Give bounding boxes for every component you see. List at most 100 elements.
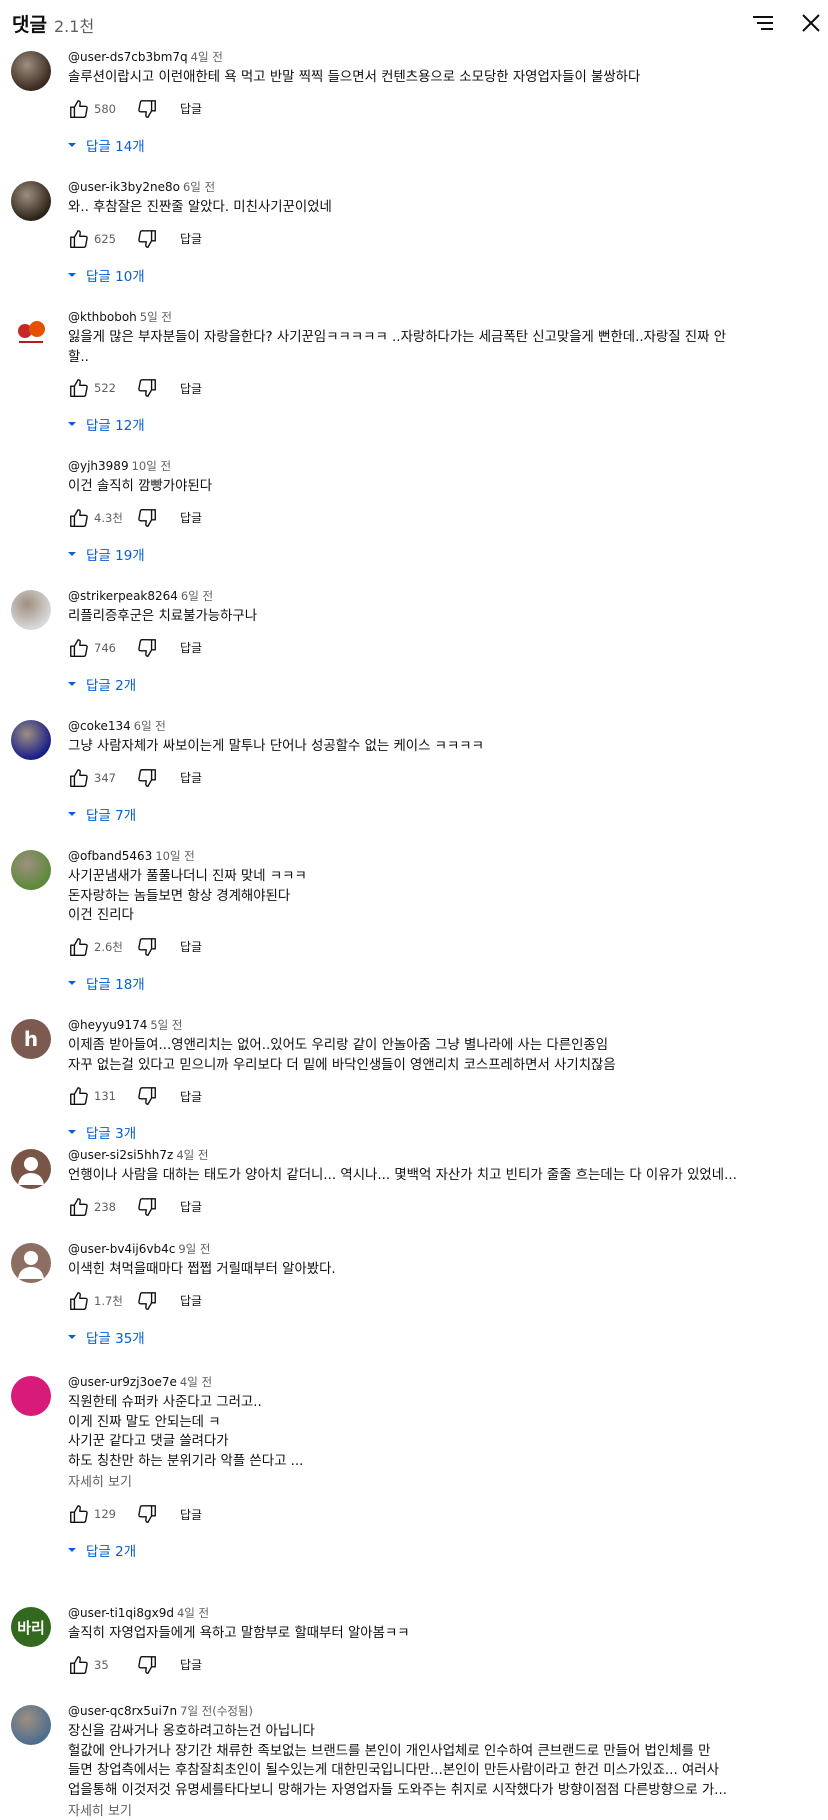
- like-button[interactable]: [68, 1503, 90, 1525]
- like-button[interactable]: [68, 98, 90, 120]
- comment-time[interactable]: 7일 전(수정됨): [180, 1704, 253, 1718]
- like-button[interactable]: [68, 637, 90, 659]
- reply-button[interactable]: 답글: [174, 1194, 208, 1219]
- reply-button[interactable]: 답글: [174, 765, 208, 790]
- dislike-button[interactable]: [136, 507, 158, 529]
- dislike-button[interactable]: [136, 1196, 158, 1218]
- view-replies-button[interactable]: 답글 7개: [64, 797, 808, 831]
- comment-actions: 131 답글: [68, 1080, 808, 1112]
- comment-author[interactable]: @user-si2si5hh7z: [68, 1148, 173, 1162]
- avatar[interactable]: [11, 1149, 51, 1189]
- reply-button[interactable]: 답글: [174, 96, 208, 121]
- comment-time[interactable]: 6일 전: [181, 589, 213, 603]
- read-more-button[interactable]: 자세히 보기: [68, 1802, 808, 1820]
- close-button[interactable]: [796, 8, 826, 38]
- comment-author[interactable]: @coke134: [68, 719, 131, 733]
- comment-time[interactable]: 9일 전: [178, 1242, 210, 1256]
- like-button[interactable]: [68, 767, 90, 789]
- view-replies-button[interactable]: 답글 19개: [64, 537, 808, 571]
- dislike-button[interactable]: [136, 1654, 158, 1676]
- thumbs-down-icon: [136, 99, 158, 124]
- view-replies-button[interactable]: 답글 2개: [64, 1533, 808, 1567]
- avatar[interactable]: [11, 850, 51, 890]
- avatar[interactable]: [11, 181, 51, 221]
- reply-button[interactable]: 답글: [174, 1652, 208, 1677]
- like-button[interactable]: [68, 228, 90, 250]
- reply-button[interactable]: 답글: [174, 635, 208, 660]
- view-replies-button[interactable]: 답글 10개: [64, 258, 808, 292]
- sort-icon: [753, 16, 773, 30]
- thumbs-down-icon: [136, 379, 158, 403]
- comment-time[interactable]: 6일 전: [134, 719, 166, 733]
- comment-author[interactable]: @user-ik3by2ne8o: [68, 180, 180, 194]
- comment-time[interactable]: 10일 전: [132, 459, 171, 473]
- comment-author[interactable]: @ofband5463: [68, 849, 152, 863]
- avatar[interactable]: [11, 311, 51, 351]
- sort-button[interactable]: [748, 8, 778, 38]
- comment-author[interactable]: @user-ur9zj3oe7e: [68, 1375, 177, 1389]
- comment-author[interactable]: @strikerpeak8264: [68, 589, 178, 603]
- dislike-button[interactable]: [136, 98, 158, 120]
- reply-button[interactable]: 답글: [174, 934, 208, 959]
- comment-time[interactable]: 10일 전: [155, 849, 194, 863]
- view-replies-button[interactable]: 답글 18개: [64, 966, 808, 1000]
- comment-time[interactable]: 4일 전: [180, 1375, 212, 1389]
- comment-time[interactable]: 6일 전: [183, 180, 215, 194]
- view-replies-button[interactable]: 답글 2개: [64, 667, 808, 701]
- view-replies-button[interactable]: 답글 35개: [64, 1320, 808, 1354]
- comment-author[interactable]: @user-qc8rx5ui7n: [68, 1704, 177, 1718]
- comment-text: 사기꾼냄새가 풀풀나더니 진짜 맞네 ㅋㅋㅋ 돈자랑하는 놈들보면 항상 경계해야…: [68, 867, 808, 926]
- dislike-button[interactable]: [136, 228, 158, 250]
- dislike-button[interactable]: [136, 377, 158, 399]
- like-button[interactable]: [68, 507, 90, 529]
- thumbs-up-icon: [68, 379, 90, 403]
- like-button[interactable]: [68, 1290, 90, 1312]
- avatar[interactable]: h: [11, 1019, 51, 1059]
- dislike-button[interactable]: [136, 767, 158, 789]
- comment-author[interactable]: @user-ds7cb3bm7q: [68, 50, 188, 64]
- avatar[interactable]: [11, 51, 51, 91]
- reply-button[interactable]: 답글: [174, 1288, 208, 1313]
- chevron-down-icon: [64, 676, 80, 692]
- avatar[interactable]: [11, 1705, 51, 1745]
- reply-button[interactable]: 답글: [174, 376, 208, 401]
- dislike-button[interactable]: [136, 936, 158, 958]
- view-replies-button[interactable]: 답글 12개: [64, 407, 808, 441]
- comment-author[interactable]: @kthboboh: [68, 310, 137, 324]
- avatar[interactable]: 바리: [11, 1607, 51, 1647]
- thumbs-down-icon: [136, 768, 158, 793]
- reply-button[interactable]: 답글: [174, 1502, 208, 1527]
- avatar[interactable]: [11, 720, 51, 760]
- view-replies-button[interactable]: 답글 14개: [64, 128, 808, 162]
- dislike-button[interactable]: [136, 1290, 158, 1312]
- reply-button[interactable]: 답글: [174, 505, 208, 530]
- read-more-button[interactable]: 자세히 보기: [68, 1473, 808, 1493]
- replies-count: 답글 18개: [86, 976, 145, 993]
- avatar[interactable]: [11, 460, 51, 500]
- comment-time[interactable]: 5일 전: [140, 310, 172, 324]
- reply-button[interactable]: 답글: [174, 1084, 208, 1109]
- dislike-button[interactable]: [136, 637, 158, 659]
- comment-author[interactable]: @yjh3989: [68, 459, 129, 473]
- avatar[interactable]: [11, 590, 51, 630]
- comment-author[interactable]: @heyyu9174: [68, 1018, 147, 1032]
- comment-actions: 238 답글: [68, 1191, 808, 1223]
- comment-time[interactable]: 4일 전: [177, 1606, 209, 1620]
- dislike-button[interactable]: [136, 1085, 158, 1107]
- comment-body: @strikerpeak8264 6일 전 리플리증후군은 치료불가능하구나 746 답…: [68, 585, 808, 701]
- like-button[interactable]: [68, 1654, 90, 1676]
- like-button[interactable]: [68, 1085, 90, 1107]
- dislike-button[interactable]: [136, 1503, 158, 1525]
- like-button[interactable]: [68, 377, 90, 399]
- like-button[interactable]: [68, 1196, 90, 1218]
- thumbs-down-icon: [136, 1655, 158, 1680]
- comment-time[interactable]: 4일 전: [191, 50, 223, 64]
- reply-button[interactable]: 답글: [174, 226, 208, 251]
- comment-author[interactable]: @user-bv4ij6vb4c: [68, 1242, 175, 1256]
- avatar[interactable]: [11, 1243, 51, 1283]
- comment-author[interactable]: @user-ti1qi8gx9d: [68, 1606, 174, 1620]
- comment-time[interactable]: 4일 전: [176, 1148, 208, 1162]
- avatar[interactable]: [11, 1376, 51, 1416]
- comment-time[interactable]: 5일 전: [150, 1018, 182, 1032]
- like-button[interactable]: [68, 936, 90, 958]
